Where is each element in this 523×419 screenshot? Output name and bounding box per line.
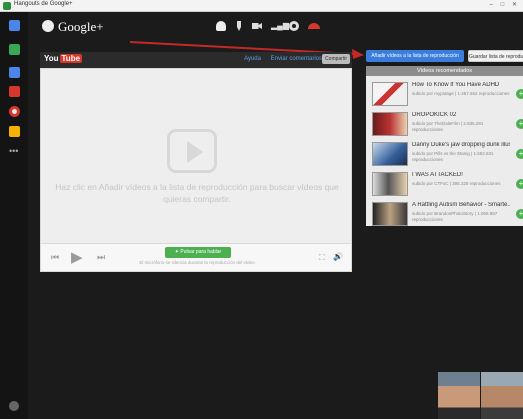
window-controls[interactable]: – □ ✕	[490, 1, 520, 8]
bandwidth-icon[interactable]: ▂▄▆	[271, 21, 289, 31]
hang-up-icon[interactable]	[308, 23, 320, 29]
chat-icon[interactable]	[9, 20, 20, 31]
video-meta: subido por Pills vs the Stanig | 1.652.6…	[412, 151, 494, 162]
list-item[interactable]: How To Know If You Have ADHD subido por …	[366, 80, 523, 108]
video-thumbnail[interactable]	[372, 172, 408, 196]
call-controls: ▂▄▆	[216, 21, 336, 33]
list-item[interactable]: DROPOKICK 02 subido por TheDaleFilm | 2.…	[366, 110, 523, 138]
add-to-playlist-button[interactable]: Añadir vídeos a la lista de reproducción	[366, 50, 464, 62]
youtube-links: Ayuda Enviar comentarios	[236, 56, 322, 62]
capture-icon[interactable]	[9, 67, 20, 78]
video-title[interactable]: Danny Duke's jaw dropping dunk illus...	[412, 142, 510, 148]
list-item[interactable]: Danny Duke's jaw dropping dunk illus... …	[366, 140, 523, 168]
hangouts-logo-icon	[42, 20, 54, 32]
hangouts-app-icon	[3, 2, 11, 10]
save-playlist-button[interactable]: Guardar lista de reproducción	[468, 50, 523, 62]
google-effects-icon[interactable]	[9, 106, 20, 117]
list-item[interactable]: I WAS ATTACKED! subido por CTFxC | 395.3…	[366, 170, 523, 198]
player-controls: ⏮ ▶ ⏭ ✦ Pulsar para hablar El micrófono …	[40, 244, 352, 272]
hangout-window: Hangouts de Google+ – □ ✕ ••• Google+ ▂▄…	[0, 0, 523, 419]
participant-video[interactable]	[481, 372, 523, 419]
youtube-logo-tube: Tube	[59, 54, 83, 63]
video-thumbnail[interactable]	[372, 142, 408, 166]
previous-icon[interactable]: ⏮	[51, 252, 59, 263]
video-title[interactable]: DROPOKICK 02	[412, 112, 510, 118]
recommended-videos-panel: Vídeos recomendados How To Know If You H…	[366, 66, 523, 226]
participant-filmstrip	[438, 372, 523, 419]
video-meta: subido por TheDaleFilm | 2.835.291 repro…	[412, 121, 484, 132]
help-link[interactable]: Ayuda	[244, 56, 261, 62]
video-player[interactable]: Haz clic en Añadir vídeos a la lista de …	[40, 68, 352, 244]
player-hint-text: Haz clic en Añadir vídeos a la lista de …	[55, 182, 339, 204]
hangout-toolbar: Google+ ▂▄▆	[28, 12, 523, 42]
video-meta: subido por BrandonPhotoStory | 1.068.897…	[412, 211, 498, 222]
add-video-icon[interactable]: +	[516, 149, 523, 159]
video-thumbnail[interactable]	[372, 112, 408, 136]
volume-icon[interactable]: 🔊	[333, 252, 343, 261]
video-title[interactable]: I WAS ATTACKED!	[412, 172, 510, 178]
mic-mute-icon[interactable]	[237, 21, 241, 31]
video-thumbnail[interactable]	[372, 202, 408, 226]
settings-icon[interactable]	[289, 21, 299, 31]
more-apps-icon[interactable]: •••	[9, 146, 18, 156]
screenshare-icon[interactable]	[9, 44, 20, 55]
participant-video[interactable]	[438, 372, 480, 419]
share-button[interactable]: Compartir	[322, 54, 350, 64]
logo-text: Google+	[58, 19, 104, 34]
fullscreen-icon[interactable]: ⛶	[319, 253, 325, 263]
youtube-header: You Tube Ayuda Enviar comentarios Compart…	[40, 52, 352, 68]
video-title[interactable]: How To Know If You Have ADHD	[412, 82, 510, 88]
play-icon[interactable]: ▶	[71, 248, 83, 266]
slides-icon[interactable]	[9, 126, 20, 137]
youtube-icon[interactable]	[9, 86, 20, 97]
video-thumbnail[interactable]	[372, 82, 408, 106]
apps-rail: •••	[0, 12, 28, 419]
youtube-app: You Tube Ayuda Enviar comentarios Compart…	[40, 52, 352, 272]
add-video-icon[interactable]: +	[516, 209, 523, 219]
youtube-logo: You Tube	[44, 54, 83, 63]
play-placeholder-icon	[167, 129, 217, 173]
push-to-talk-caption: El micrófono se silencia durante la repr…	[139, 260, 255, 265]
feedback-link[interactable]: Enviar comentarios	[271, 56, 322, 62]
add-video-icon[interactable]: +	[516, 89, 523, 99]
camera-mute-icon[interactable]	[252, 23, 262, 29]
list-item[interactable]: A Rattling Autism Behavior - Smarte... s…	[366, 200, 523, 228]
video-meta: subido por CTFxC | 395.328 reproduccione…	[412, 181, 501, 186]
youtube-logo-you: You	[44, 54, 59, 63]
window-title: Hangouts de Google+	[14, 1, 73, 7]
invite-icon[interactable]	[216, 21, 226, 31]
push-to-talk-button[interactable]: ✦ Pulsar para hablar	[165, 247, 231, 258]
video-title[interactable]: A Rattling Autism Behavior - Smarte...	[412, 202, 510, 208]
help-icon[interactable]	[9, 401, 19, 411]
next-icon[interactable]: ⏭	[97, 252, 105, 263]
recommended-header: Vídeos recomendados	[366, 66, 523, 76]
add-video-icon[interactable]: +	[516, 179, 523, 189]
google-plus-logo: Google+	[42, 19, 104, 35]
window-titlebar: Hangouts de Google+ – □ ✕	[0, 0, 523, 12]
add-video-icon[interactable]: +	[516, 119, 523, 129]
video-meta: subido por mypstage | 1.457.552 reproduc…	[412, 91, 510, 96]
